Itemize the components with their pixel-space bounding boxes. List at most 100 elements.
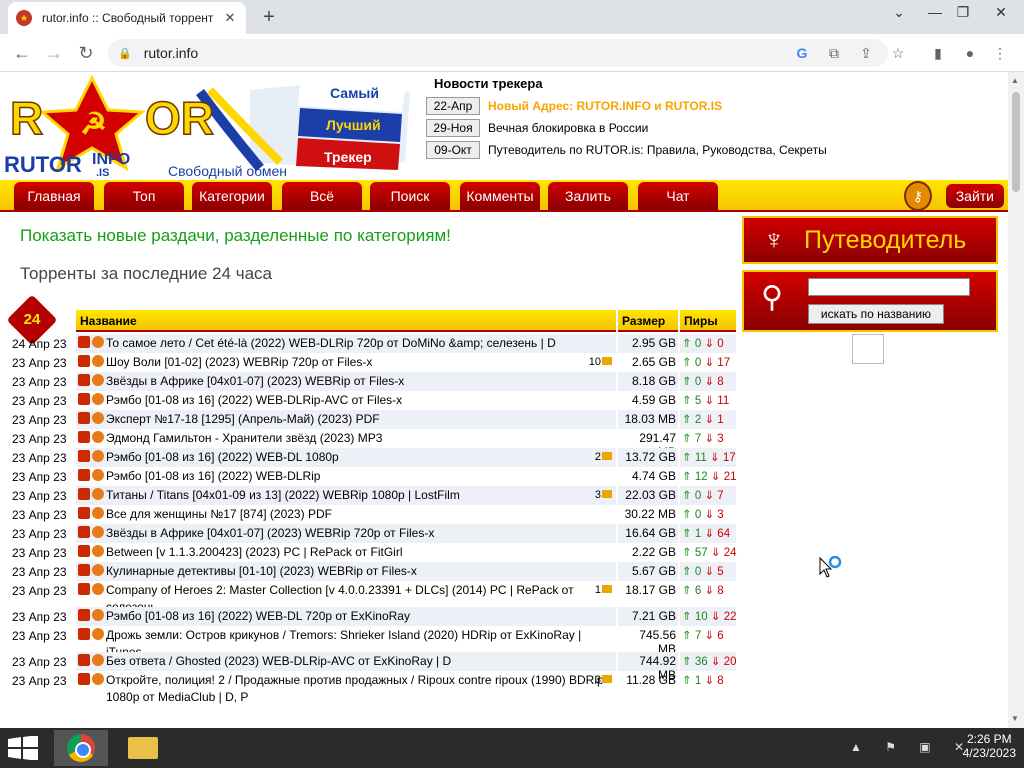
magnet-icon[interactable]	[92, 374, 104, 386]
magnet-icon[interactable]	[92, 355, 104, 367]
rutor-logo[interactable]: R OR ☭ RUTOR INFO .IS Самый Лучший Треке…	[0, 72, 420, 180]
torrent-title-link[interactable]: Без ответа / Ghosted (2023) WEB-DLRip-AV…	[106, 654, 451, 668]
download-icon[interactable]	[78, 393, 90, 405]
torrent-title-link[interactable]: Between [v 1.1.3.200423] (2023) PC | ReP…	[106, 545, 403, 559]
magnet-icon[interactable]	[92, 336, 104, 348]
download-icon[interactable]	[78, 583, 90, 595]
menu-chat[interactable]: Чат	[638, 182, 718, 210]
comments-count[interactable]: 3	[595, 487, 612, 504]
scroll-thumb[interactable]	[1012, 92, 1020, 192]
download-icon[interactable]	[78, 673, 90, 685]
torrent-title-link[interactable]: Рэмбо [01-08 из 16] (2022) WEB-DLRip	[106, 469, 320, 483]
torrent-title-link[interactable]: Рэмбо [01-08 из 16] (2022) WEB-DLRip-AVC…	[106, 393, 402, 407]
windows-start-icon[interactable]	[8, 736, 38, 760]
comments-count[interactable]: 1	[595, 582, 612, 599]
comments-count[interactable]: 10	[589, 354, 612, 371]
search-button[interactable]: искать по названию	[808, 304, 944, 324]
taskbar-chrome[interactable]	[54, 730, 108, 766]
share-icon[interactable]: ⇪	[856, 43, 876, 63]
download-icon[interactable]	[78, 488, 90, 500]
translate-icon[interactable]: ⧉	[824, 43, 844, 63]
download-icon[interactable]	[78, 609, 90, 621]
torrent-title-link[interactable]: Эдмонд Гамильтон - Хранители звёзд (2023…	[106, 431, 382, 445]
download-icon[interactable]	[78, 507, 90, 519]
magnet-icon[interactable]	[92, 412, 104, 424]
system-tray-icons[interactable]: ▲ ⚑ ▣ ✕	[850, 740, 974, 754]
menu-all[interactable]: Всё	[282, 182, 362, 210]
torrent-title-link[interactable]: Все для женщины №17 [874] (2023) PDF	[106, 507, 332, 521]
torrent-title-link[interactable]: Рэмбо [01-08 из 16] (2022) WEB-DL 720p о…	[106, 609, 410, 623]
menu-home[interactable]: Главная	[14, 182, 94, 210]
reload-icon[interactable]: ↻	[74, 41, 98, 65]
news-text[interactable]: Новый Адрес: RUTOR.INFO и RUTOR.IS	[488, 99, 722, 113]
download-icon[interactable]	[78, 628, 90, 640]
menu-icon[interactable]: ⋮	[990, 43, 1010, 63]
new-tab-icon[interactable]: +	[258, 6, 280, 29]
torrent-title-link[interactable]: Титаны / Titans [04x01-09 из 13] (2022) …	[106, 488, 460, 502]
download-icon[interactable]	[78, 526, 90, 538]
chevron-down-icon[interactable]: ⌄	[882, 0, 916, 28]
profile-icon[interactable]: ●	[960, 43, 980, 63]
menu-top[interactable]: Топ	[104, 182, 184, 210]
download-icon[interactable]	[78, 374, 90, 386]
magnet-icon[interactable]	[92, 507, 104, 519]
news-item[interactable]: 22-Апр Новый Адрес: RUTOR.INFO и RUTOR.I…	[426, 95, 836, 117]
torrent-title-link[interactable]: Шоу Воли [01-02] (2023) WEBRip 720p от F…	[106, 355, 372, 369]
torrent-title-link[interactable]: Кулинарные детективы [01-10] (2023) WEBR…	[106, 564, 417, 578]
comments-count[interactable]: 2	[595, 449, 612, 466]
news-text[interactable]: Вечная блокировка в России	[488, 121, 648, 135]
download-icon[interactable]	[78, 355, 90, 367]
show-new-link[interactable]: Показать новые раздачи, разделенные по к…	[20, 226, 738, 246]
download-icon[interactable]	[78, 412, 90, 424]
browser-tab[interactable]: ★ rutor.info :: Свободный торрент ✕	[8, 2, 246, 34]
clock[interactable]: 2:26 PM 4/23/2023	[963, 732, 1016, 760]
taskbar-explorer[interactable]	[116, 730, 170, 766]
magnet-icon[interactable]	[92, 469, 104, 481]
magnet-icon[interactable]	[92, 393, 104, 405]
magnet-icon[interactable]	[92, 526, 104, 538]
news-item[interactable]: 09-Окт Путеводитель по RUTOR.is: Правила…	[426, 139, 836, 161]
magnet-icon[interactable]	[92, 673, 104, 685]
side-panel-icon[interactable]: ▮	[928, 43, 948, 63]
close-window-icon[interactable]: ✕	[984, 0, 1018, 28]
guide-banner[interactable]: ♆ Путеводитель	[742, 216, 998, 264]
bookmark-star-icon[interactable]: ☆	[888, 43, 908, 63]
magnet-icon[interactable]	[92, 431, 104, 443]
page-scrollbar[interactable]: ▲ ▼	[1008, 72, 1024, 728]
torrent-title-link[interactable]: Звёзды в Африке [04x01-07] (2023) WEBRip…	[106, 374, 404, 388]
magnet-icon[interactable]	[92, 488, 104, 500]
torrent-title-link[interactable]: Откройте, полиция! 2 / Продажные против …	[106, 673, 604, 704]
magnet-icon[interactable]	[92, 583, 104, 595]
download-icon[interactable]	[78, 545, 90, 557]
menu-upload[interactable]: Залить	[548, 182, 628, 210]
magnet-icon[interactable]	[92, 628, 104, 640]
torrent-title-link[interactable]: Звёзды в Африке [04x01-07] (2023) WEBRip…	[106, 526, 434, 540]
torrent-title-link[interactable]: Эксперт №17-18 [1295] (Апрель-Май) (2023…	[106, 412, 380, 426]
torrent-title-link[interactable]: Рэмбо [01-08 из 16] (2022) WEB-DL 1080p	[106, 450, 339, 464]
torrent-title-link[interactable]: То самое лето / Cet été-là (2022) WEB-DL…	[106, 336, 556, 350]
address-bar[interactable]: 🔒 rutor.info	[108, 39, 888, 67]
download-icon[interactable]	[78, 431, 90, 443]
comments-count[interactable]: 3	[595, 672, 612, 689]
restore-icon[interactable]: ❐	[946, 0, 980, 28]
search-input[interactable]	[808, 278, 970, 296]
news-text[interactable]: Путеводитель по RUTOR.is: Правила, Руков…	[488, 143, 827, 157]
download-icon[interactable]	[78, 336, 90, 348]
login-button[interactable]: ⚷ Зайти	[904, 181, 1004, 211]
download-icon[interactable]	[78, 469, 90, 481]
forward-icon[interactable]: →	[42, 41, 66, 65]
google-icon[interactable]: G	[792, 43, 812, 63]
menu-categories[interactable]: Категории	[192, 182, 272, 210]
menu-search[interactable]: Поиск	[370, 182, 450, 210]
magnet-icon[interactable]	[92, 564, 104, 576]
download-icon[interactable]	[78, 564, 90, 576]
news-item[interactable]: 29-Ноя Вечная блокировка в России	[426, 117, 836, 139]
scroll-down-icon[interactable]: ▼	[1011, 714, 1019, 723]
magnet-icon[interactable]	[92, 450, 104, 462]
magnet-icon[interactable]	[92, 654, 104, 666]
download-icon[interactable]	[78, 654, 90, 666]
close-tab-icon[interactable]: ✕	[222, 10, 238, 26]
download-icon[interactable]	[78, 450, 90, 462]
menu-comments[interactable]: Комменты	[460, 182, 540, 210]
scroll-up-icon[interactable]: ▲	[1011, 76, 1019, 85]
